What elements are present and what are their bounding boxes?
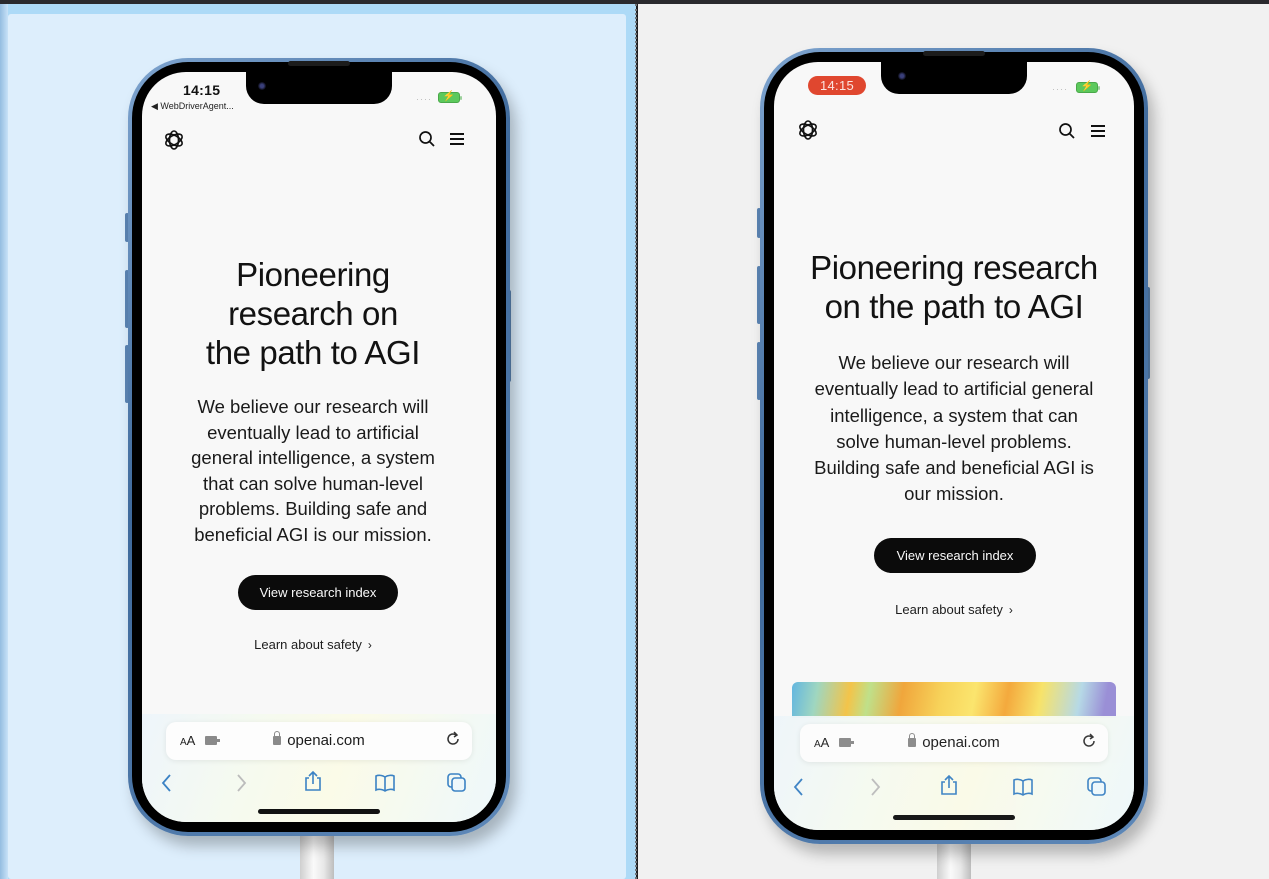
hero-body-line: solve human-level problems. (836, 430, 1072, 452)
pane-divider[interactable] (635, 4, 637, 879)
phone-screen: 14:15 ···· ⚡ Pioneering research on the … (774, 62, 1134, 830)
lock-icon (273, 731, 282, 745)
front-camera (258, 82, 266, 90)
hero-body: We believe our research will eventually … (142, 394, 484, 547)
hero-body-line: general intelligence, a system (191, 447, 435, 468)
hero-body-line: intelligence, a system that can (830, 404, 1078, 426)
hero-body-line: eventually lead to artificial (207, 421, 419, 443)
lock-icon (908, 733, 917, 747)
battery-icon: ⚡ (1076, 81, 1100, 93)
openai-logo-icon[interactable] (162, 128, 186, 152)
hero-body: We believe our research will eventually … (774, 350, 1134, 508)
safari-toolbar: AA openai.com (142, 714, 496, 822)
home-indicator[interactable] (893, 815, 1015, 820)
back-to-app-link[interactable]: ◀ WebDriverAgent... (151, 101, 234, 112)
hero-body-line: eventually lead to artificial general (814, 378, 1094, 400)
hero-body-line: beneficial AGI is our mission. (194, 523, 432, 545)
status-time: 14:15 (183, 82, 221, 98)
iphone-right: 14:15 ···· ⚡ Pioneering research on the … (760, 48, 1148, 844)
hero-body-line: problems. Building safe and (198, 498, 428, 519)
notch (246, 72, 392, 104)
hamburger-menu-icon[interactable] (448, 130, 466, 148)
research-hero-image[interactable] (792, 682, 1116, 718)
safari-toolbar: AA openai.com (774, 716, 1134, 830)
learn-about-safety-label: Learn about safety (895, 602, 1003, 617)
hero-title-line: Pioneering (236, 256, 390, 293)
usb-cable (300, 830, 334, 879)
battery-icon: ⚡ (438, 91, 462, 103)
forward-icon[interactable] (864, 776, 886, 798)
signal-indicator: ···· (1052, 84, 1068, 94)
chevron-right-icon: › (1008, 603, 1013, 617)
url-display[interactable]: openai.com (166, 731, 472, 749)
hero-body-line: our mission. (904, 483, 1004, 505)
hamburger-menu-icon[interactable] (1089, 122, 1107, 140)
openai-logo-icon[interactable] (796, 118, 820, 142)
bookmarks-icon[interactable] (374, 772, 396, 794)
hero-title: Pioneering research on the path to AGI (142, 255, 484, 372)
speaker-grille (288, 61, 350, 66)
learn-about-safety-link[interactable]: Learn about safety › (774, 602, 1134, 617)
share-icon[interactable] (938, 774, 960, 796)
front-camera (898, 72, 906, 80)
iphone-left: 14:15 ◀ WebDriverAgent... ···· ⚡ Pioneer… (128, 58, 510, 836)
safari-address-bar[interactable]: AA openai.com (800, 724, 1108, 762)
hero-title-line: Pioneering research (810, 249, 1098, 286)
left-pane-edge (0, 4, 8, 879)
phone-screen: 14:15 ◀ WebDriverAgent... ···· ⚡ Pioneer… (142, 72, 496, 822)
view-research-index-button[interactable]: View research index (874, 538, 1036, 573)
hero-title: Pioneering research on the path to AGI (774, 248, 1134, 326)
tabs-icon[interactable] (446, 772, 468, 794)
hero-title-line: the path to AGI (205, 334, 421, 371)
hero-body-line: Building safe and beneficial AGI is (814, 457, 1094, 479)
search-icon[interactable] (1058, 122, 1076, 140)
hero-body-line: that can solve human-level (202, 472, 424, 494)
speaker-grille (923, 51, 985, 56)
learn-about-safety-link[interactable]: Learn about safety › (142, 637, 484, 652)
back-icon[interactable] (788, 776, 810, 798)
signal-indicator: ···· (416, 94, 432, 104)
view-research-index-button[interactable]: View research index (238, 575, 398, 610)
safari-address-bar[interactable]: AA openai.com (166, 722, 472, 760)
home-indicator[interactable] (258, 809, 380, 814)
usb-cable (937, 838, 971, 879)
url-display[interactable]: openai.com (800, 733, 1108, 751)
status-time-recording-pill[interactable]: 14:15 (808, 76, 867, 95)
learn-about-safety-label: Learn about safety (254, 637, 362, 652)
back-icon[interactable] (156, 772, 178, 794)
bookmarks-icon[interactable] (1012, 776, 1034, 798)
hero-body-line: We believe our research will (838, 352, 1070, 373)
hero-title-line: research on (228, 295, 398, 332)
reload-icon[interactable] (444, 730, 462, 748)
forward-icon[interactable] (230, 772, 252, 794)
url-text: openai.com (287, 732, 365, 749)
chevron-right-icon: › (367, 638, 372, 652)
hero-title-line: on the path to AGI (824, 288, 1084, 325)
hero-body-line: We believe our research will (197, 396, 429, 417)
share-icon[interactable] (302, 770, 324, 792)
reload-icon[interactable] (1080, 732, 1098, 750)
url-text: openai.com (922, 734, 1000, 751)
tabs-icon[interactable] (1086, 776, 1108, 798)
search-icon[interactable] (418, 130, 436, 148)
